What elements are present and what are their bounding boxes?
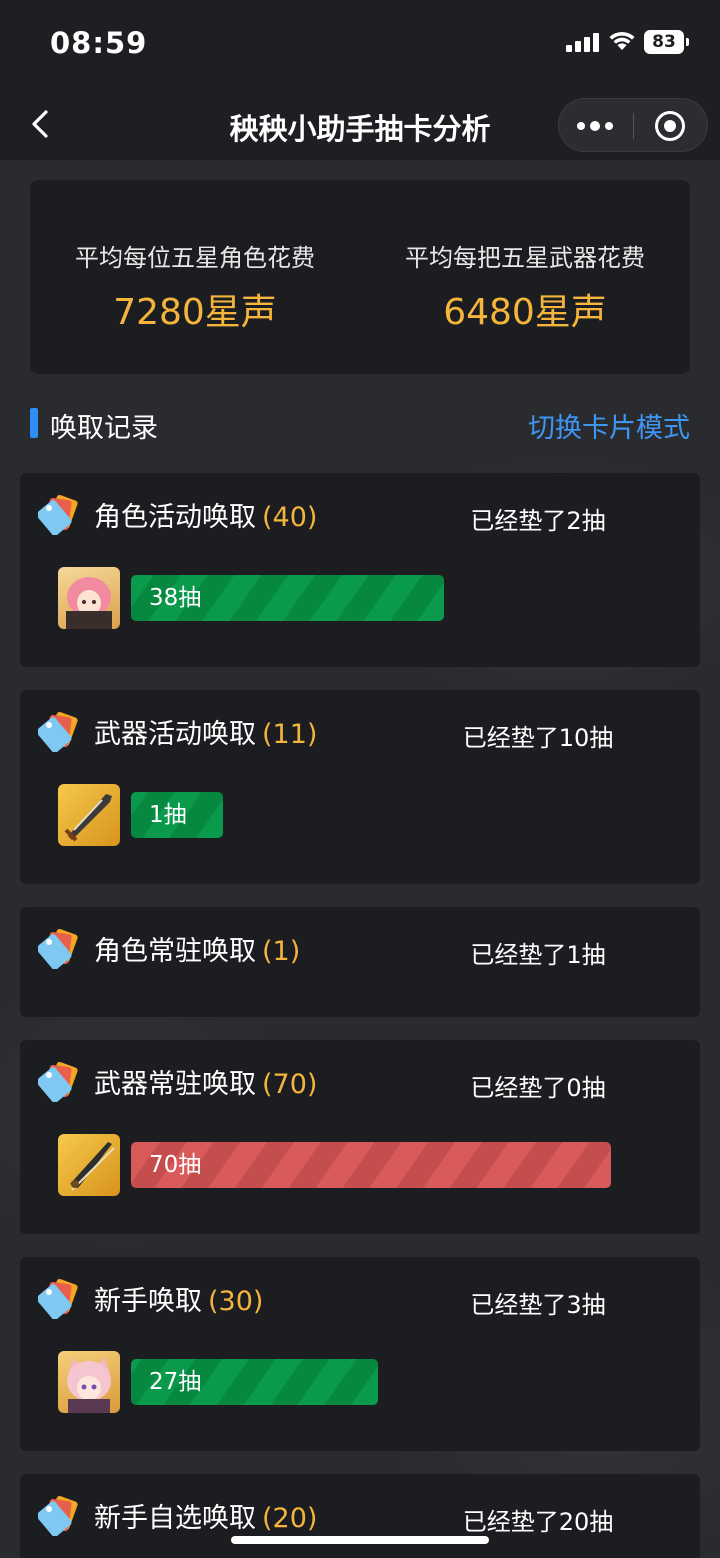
- pool-title: 新手唤取 (30): [94, 1286, 264, 1317]
- character-avatar[interactable]: [58, 567, 120, 629]
- pity-counter: 已经垫了20抽: [462, 1508, 614, 1536]
- pity-counter: 已经垫了0抽: [470, 1074, 606, 1102]
- pull-cards-icon: [38, 1279, 78, 1319]
- pool-card-weapon-event[interactable]: 武器活动唤取 (11) 已经垫了10抽 1抽: [20, 690, 700, 884]
- weapon-cost-summary: 平均每把五星武器花费 6480星声: [360, 238, 690, 335]
- pool-title: 角色活动唤取 (40): [94, 502, 318, 533]
- section-accent-bar: [30, 408, 38, 438]
- mini-program-capsule: [558, 98, 708, 152]
- pool-count: (1): [262, 936, 301, 967]
- pull-count-bar: 27抽: [131, 1359, 378, 1405]
- battery-tip: [686, 38, 689, 46]
- pool-title: 新手自选唤取 (20): [94, 1503, 318, 1534]
- switch-card-mode-link[interactable]: 切换卡片模式: [528, 406, 690, 445]
- pool-title: 武器活动唤取 (11): [94, 719, 318, 750]
- character-cost-summary: 平均每位五星角色花费 7280星声: [30, 238, 360, 335]
- character-cost-value: 7280星声: [113, 292, 277, 333]
- pool-count: (11): [262, 719, 318, 750]
- character-portrait-icon: [66, 577, 112, 629]
- status-time: 08:59: [50, 26, 148, 60]
- pool-title: 武器常驻唤取 (70): [94, 1069, 318, 1100]
- pull-cards-icon: [38, 495, 78, 535]
- pool-card-character-event[interactable]: 角色活动唤取 (40) 已经垫了2抽 38抽: [20, 473, 700, 667]
- weapon-avatar[interactable]: [58, 1134, 120, 1196]
- pool-card-weapon-standard[interactable]: 武器常驻唤取 (70) 已经垫了0抽 70抽: [20, 1040, 700, 1234]
- weapon-avatar[interactable]: [58, 784, 120, 846]
- pity-counter: 已经垫了2抽: [470, 507, 606, 535]
- pity-counter: 已经垫了1抽: [470, 941, 606, 969]
- pity-counter: 已经垫了3抽: [470, 1291, 606, 1319]
- pull-count-bar: 1抽: [131, 792, 223, 838]
- pool-count: (20): [262, 1503, 318, 1534]
- close-mini-program-icon[interactable]: [655, 111, 685, 141]
- wifi-icon: [609, 31, 635, 50]
- section-title: 唤取记录: [50, 413, 158, 444]
- pull-cards-icon: [38, 1496, 78, 1536]
- character-cost-label: 平均每位五星角色花费: [75, 244, 315, 272]
- pool-count: (40): [262, 502, 318, 533]
- pity-counter: 已经垫了10抽: [462, 724, 614, 752]
- pull-cards-icon: [38, 712, 78, 752]
- pool-title: 角色常驻唤取 (1): [94, 936, 301, 967]
- more-options-icon[interactable]: [577, 121, 617, 131]
- pool-count: (30): [208, 1286, 264, 1317]
- summary-panel: 平均每位五星角色花费 7280星声 平均每把五星武器花费 6480星声: [30, 180, 690, 374]
- section-header: 唤取记录 切换卡片模式: [30, 404, 690, 444]
- pool-count: (70): [262, 1069, 318, 1100]
- weapon-cost-label: 平均每把五星武器花费: [405, 244, 645, 272]
- home-indicator[interactable]: [231, 1536, 489, 1544]
- character-portrait-icon: [67, 1357, 111, 1413]
- capsule-divider: [633, 113, 634, 139]
- battery-icon: 83: [644, 30, 684, 54]
- navigation-bar: 秧秧小助手抽卡分析: [0, 88, 720, 160]
- pull-count-bar: 70抽: [131, 1142, 611, 1188]
- pool-card-character-standard[interactable]: 角色常驻唤取 (1) 已经垫了1抽: [20, 907, 700, 1017]
- status-bar: 08:59 83: [0, 0, 720, 88]
- pull-cards-icon: [38, 1062, 78, 1102]
- character-avatar[interactable]: [58, 1351, 120, 1413]
- weapon-cost-value: 6480星声: [443, 292, 607, 333]
- cellular-signal-icon: [566, 32, 599, 52]
- pull-cards-icon: [38, 929, 78, 969]
- pull-count-bar: 38抽: [131, 575, 444, 621]
- weapon-blade-icon: [70, 1142, 115, 1191]
- pool-card-beginner-selective[interactable]: 新手自选唤取 (20) 已经垫了20抽: [20, 1474, 700, 1558]
- pool-card-beginner[interactable]: 新手唤取 (30) 已经垫了3抽 27抽: [20, 1257, 700, 1451]
- weapon-sword-icon: [64, 794, 112, 842]
